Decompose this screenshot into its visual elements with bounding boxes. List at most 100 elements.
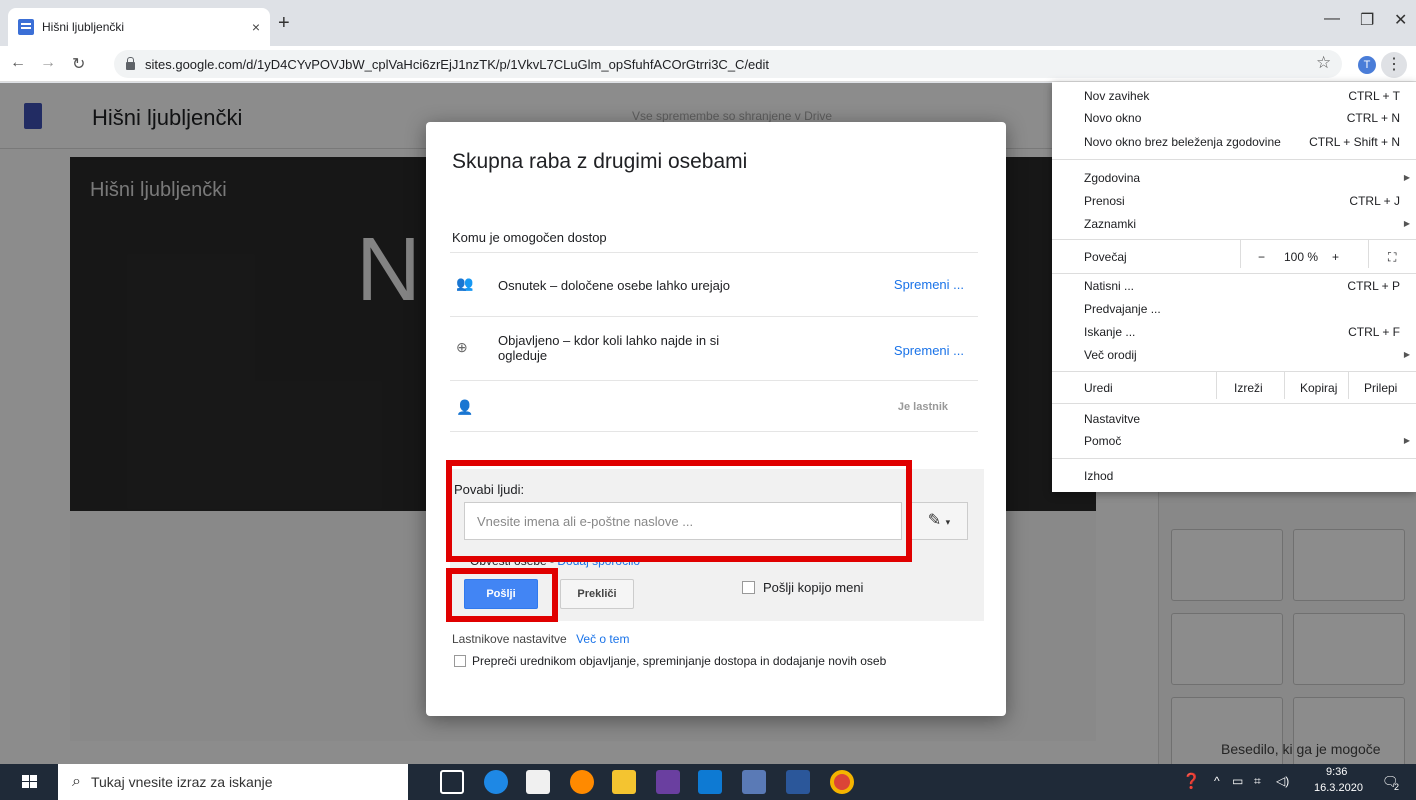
menu-divider [1052, 403, 1416, 404]
menu-divider [1052, 239, 1416, 240]
file-explorer-icon[interactable] [612, 770, 636, 794]
access-row: 👥 Osnutek – določene osebe lahko urejajo… [450, 252, 978, 316]
menu-copy[interactable]: Kopiraj [1300, 377, 1337, 399]
battery-icon[interactable]: ▭ [1232, 774, 1243, 788]
chrome-menu-icon[interactable]: ⋮ [1381, 52, 1407, 78]
menu-print[interactable]: Natisni ... CTRL + P [1052, 275, 1416, 297]
access-row-text: Objavljeno – kdor koli lahko najde in si… [498, 333, 720, 363]
close-window-icon[interactable]: ✕ [1394, 10, 1407, 30]
menu-settings[interactable]: Nastavitve [1052, 408, 1416, 430]
clock-time[interactable]: 9:36 [1326, 766, 1347, 778]
new-tab-button[interactable]: + [278, 12, 290, 35]
dialog-title: Skupna raba z drugimi osebami [452, 150, 748, 173]
edge-icon[interactable] [484, 770, 508, 794]
menu-divider [1052, 273, 1416, 274]
chevron-down-icon: ▾ [945, 517, 951, 527]
permission-dropdown[interactable]: ✎ ▾ [910, 502, 968, 540]
highlight-invite [446, 460, 912, 562]
store-icon[interactable] [526, 770, 550, 794]
tab-title: Hišni ljubljenčki [42, 20, 125, 34]
tray-chevron-icon[interactable]: ^ [1214, 774, 1220, 788]
person-icon: 👤 [456, 399, 474, 415]
prevent-editors-label: Prepreči urednikom objavljanje, spreminj… [472, 654, 887, 668]
access-row: ⊕ Objavljeno – kdor koli lahko najde in … [450, 316, 978, 380]
network-icon[interactable]: ⌗ [1254, 774, 1261, 789]
send-copy-label: Pošlji kopijo meni [763, 580, 864, 595]
taskbar-search[interactable]: ⌕ Tukaj vnesite izraz za iskanje [58, 764, 408, 800]
menu-cut[interactable]: Izreži [1234, 377, 1263, 399]
zoom-out-button[interactable]: − [1258, 246, 1265, 268]
app-icon[interactable] [742, 770, 766, 794]
address-bar[interactable]: sites.google.com/d/1yD4CYvPOVJbW_cplVaHc… [114, 50, 1342, 78]
forward-icon[interactable]: → [40, 54, 56, 72]
url-text: sites.google.com/d/1yD4CYvPOVJbW_cplVaHc… [145, 56, 770, 72]
sites-favicon-icon [18, 19, 34, 35]
tab-strip: Hišni ljubljenčki × + — ❐ ✕ [0, 0, 1416, 46]
pencil-icon: ✎ [927, 512, 942, 529]
restore-icon[interactable]: ❐ [1360, 10, 1374, 30]
access-row: 👤 Je lastnik [450, 380, 978, 432]
menu-help[interactable]: Pomoč ▶ [1052, 430, 1416, 452]
mail-icon[interactable] [698, 770, 722, 794]
reload-icon[interactable]: ↻ [72, 54, 85, 74]
share-dialog: Skupna raba z drugimi osebami Komu je om… [426, 122, 1006, 716]
menu-edit-row: Uredi Izreži Kopiraj Prilepi [1052, 371, 1416, 399]
menu-bookmarks[interactable]: Zaznamki ▶ [1052, 213, 1416, 235]
access-row-text: Osnutek – določene osebe lahko urejajo [498, 278, 730, 293]
help-tray-icon[interactable]: ❓ [1182, 772, 1201, 790]
minimize-icon[interactable]: — [1324, 10, 1340, 28]
owner-settings-label: Lastnikove nastavitve [452, 632, 567, 646]
menu-divider [1052, 159, 1416, 160]
clock-date[interactable]: 16.3.2020 [1314, 782, 1363, 794]
tab-close-icon[interactable]: × [252, 19, 260, 35]
firefox-icon[interactable] [570, 770, 594, 794]
taskbar-search-placeholder: Tukaj vnesite izraz za iskanje [90, 774, 273, 790]
menu-divider [1052, 458, 1416, 459]
windows-start-icon[interactable] [22, 775, 38, 789]
learn-more-link[interactable]: Več o tem [576, 632, 629, 646]
menu-zoom: Povečaj − 100 % + ⛶ [1052, 240, 1416, 268]
chrome-menu: Nov zavihek CTRL + T Novo okno CTRL + N No… [1052, 82, 1416, 492]
back-icon[interactable]: ← [10, 54, 26, 72]
cancel-button[interactable]: Prekliči [560, 579, 634, 609]
menu-new-tab[interactable]: Nov zavihek CTRL + T [1052, 85, 1416, 107]
checkbox-icon [742, 581, 755, 594]
menu-paste[interactable]: Prilepi [1364, 377, 1397, 399]
fullscreen-icon[interactable]: ⛶ [1388, 246, 1396, 268]
chrome-icon[interactable] [830, 770, 854, 794]
menu-more-tools[interactable]: Več orodij ▶ [1052, 344, 1416, 366]
globe-icon: ⊕ [456, 339, 468, 355]
menu-history[interactable]: Zgodovina ▶ [1052, 167, 1416, 189]
notification-count: 2 [1394, 782, 1400, 792]
task-view-icon[interactable] [440, 770, 464, 794]
volume-icon[interactable]: ◁) [1276, 774, 1289, 788]
prevent-editors-checkbox[interactable]: Prepreči urednikom objavljanje, spreminj… [454, 654, 886, 668]
word-icon[interactable] [786, 770, 810, 794]
change-draft-link[interactable]: Spremeni ... [894, 277, 964, 292]
menu-translate[interactable]: Predvajanje ... [1052, 298, 1416, 320]
search-icon: ⌕ [72, 773, 81, 790]
menu-exit[interactable]: Izhod [1052, 465, 1416, 487]
zoom-level: 100 % [1284, 250, 1319, 264]
browser-tab[interactable]: Hišni ljubljenčki × [8, 8, 270, 46]
menu-incognito[interactable]: Novo okno brez beleženja zgodovine CTRL +… [1052, 131, 1416, 153]
paint-icon[interactable] [656, 770, 680, 794]
owner-settings: Lastnikove nastavitve Več o tem [452, 632, 629, 646]
menu-new-window[interactable]: Novo okno CTRL + N [1052, 107, 1416, 129]
checkbox-icon [454, 655, 466, 667]
profile-avatar[interactable]: T [1358, 56, 1376, 74]
highlight-send [446, 568, 558, 622]
zoom-in-button[interactable]: + [1332, 246, 1339, 268]
lock-icon [126, 56, 135, 70]
bookmark-star-icon[interactable]: ☆ [1316, 53, 1331, 73]
people-icon: 👥 [456, 275, 474, 291]
owner-badge: Je lastnik [897, 401, 948, 413]
change-published-link[interactable]: Spremeni ... [894, 343, 964, 358]
windows-taskbar: ⌕ Tukaj vnesite izraz za iskanje ❓ ^ ▭ ⌗… [0, 764, 1416, 800]
access-label: Komu je omogočen dostop [452, 230, 607, 245]
menu-divider [1052, 371, 1416, 372]
toolbar: ← → ↻ sites.google.com/d/1yD4CYvPOVJbW_c… [0, 46, 1416, 82]
send-copy-checkbox[interactable]: Pošlji kopijo meni [742, 580, 863, 595]
menu-find[interactable]: Iskanje ... CTRL + F [1052, 321, 1416, 343]
menu-downloads[interactable]: Prenosi CTRL + J [1052, 190, 1416, 212]
